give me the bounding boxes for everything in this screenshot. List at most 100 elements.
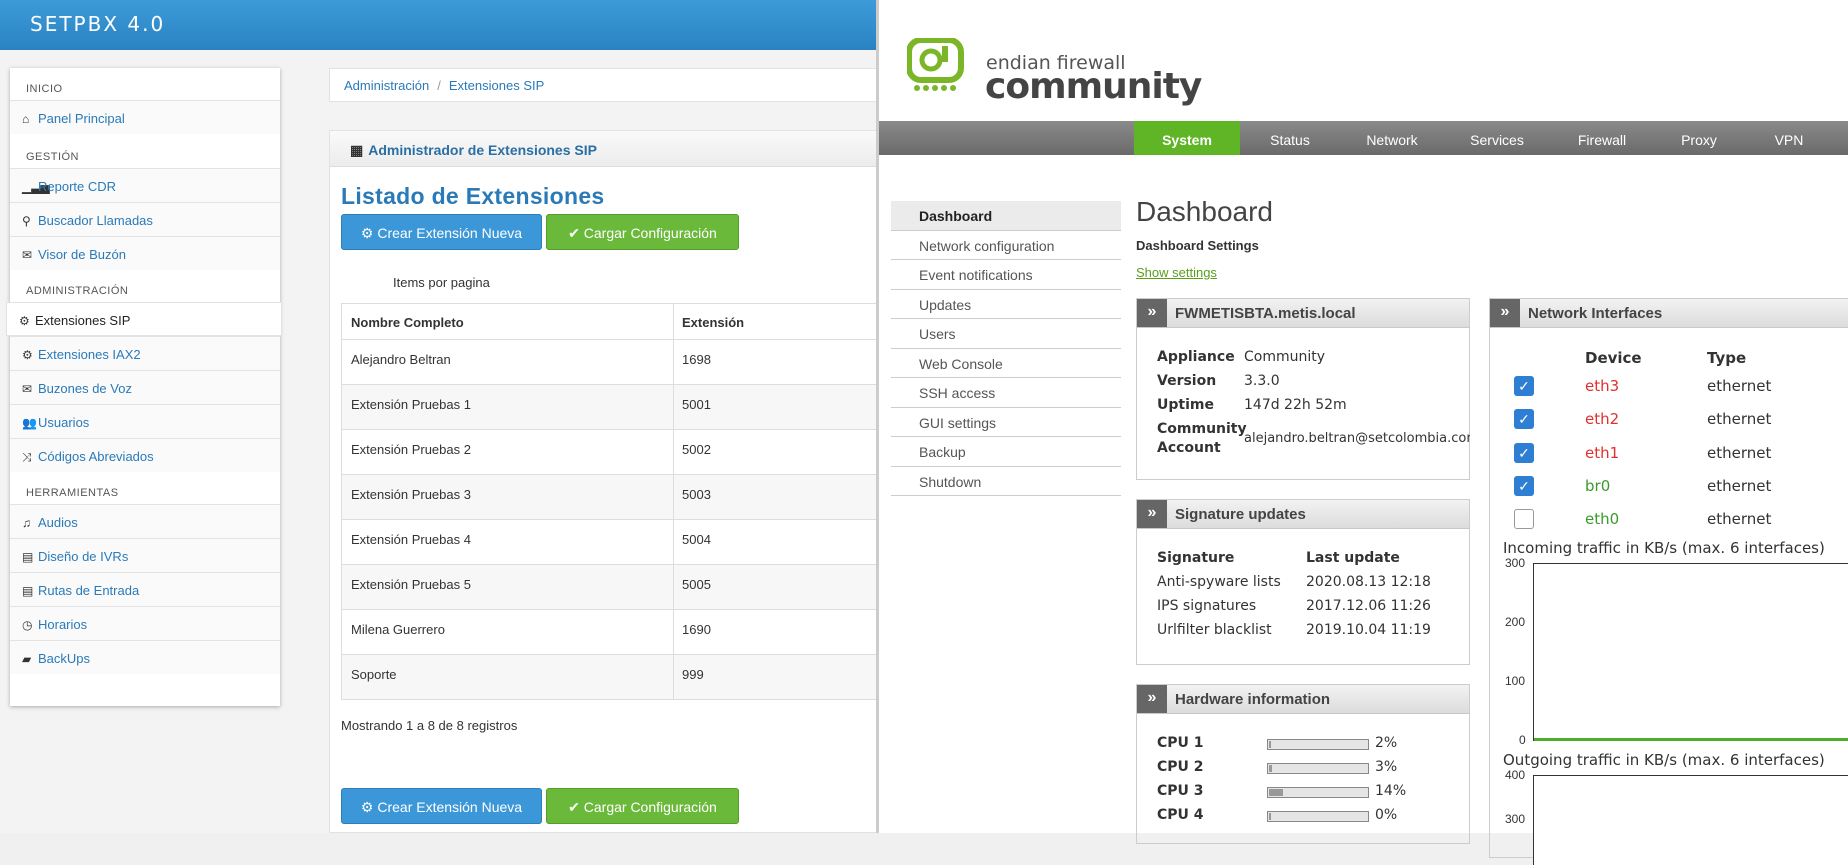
sig-date: 2017.12.06 11:26 [1306, 598, 1431, 614]
sidebar-item-usuarios[interactable]: 👥Usuarios [10, 404, 280, 438]
appliance-value: Community [1244, 349, 1326, 365]
network-box-header[interactable]: » Network Interfaces [1490, 299, 1848, 328]
sidebar-item-backups[interactable]: ▰ BackUps [10, 640, 280, 674]
cpu-label: CPU 4 [1157, 807, 1204, 823]
table-row[interactable]: Extensión Pruebas 3 5003 [341, 475, 878, 520]
menu-event-notifications[interactable]: Event notifications [891, 260, 1121, 290]
nav-firewall[interactable]: Firewall [1550, 121, 1654, 155]
load-config-button[interactable]: ✔ Cargar Configuración [546, 214, 739, 250]
incoming-traffic-label: Incoming traffic in KB/s (max. 6 interfa… [1503, 539, 1825, 557]
table-row[interactable]: Extensión Pruebas 2 5002 [341, 430, 878, 475]
setpbx-window: SETPBX 4.0 INICIO ⌂ Panel Principal GESTI… [0, 0, 878, 833]
nav-network[interactable]: Network [1340, 121, 1444, 155]
menu-network-configuration[interactable]: Network configuration [891, 231, 1121, 260]
menu-backup[interactable]: Backup [891, 437, 1121, 467]
breadcrumb-administracion[interactable]: Administración [344, 78, 429, 93]
account-value: alejandro.beltran@setcolombia.com [1244, 431, 1470, 446]
nav-services[interactable]: Services [1444, 121, 1550, 155]
nav-status[interactable]: Status [1240, 121, 1340, 155]
create-extension-button-bottom[interactable]: ⚙ Crear Extensión Nueva [341, 788, 542, 824]
uptime-value: 147d 22h 52m [1244, 397, 1347, 413]
table-row[interactable]: Extensión Pruebas 5 5005 [341, 565, 878, 610]
check-icon: ✓ [1518, 478, 1530, 494]
gear-icon: ⚙ [19, 314, 30, 328]
last-update-col-header: Last update [1306, 550, 1400, 566]
nav-proxy[interactable]: Proxy [1654, 121, 1744, 155]
sidebar-section-herramientas: HERRAMIENTAS [26, 487, 119, 499]
iface-checkbox-eth0[interactable] [1514, 509, 1534, 529]
table-row[interactable]: Soporte 999 [341, 655, 878, 700]
clock-icon: ◷ [22, 618, 33, 632]
nav-vpn[interactable]: VPN [1744, 121, 1834, 155]
version-value: 3.3.0 [1244, 373, 1280, 389]
sidebar-item-extensiones-sip[interactable]: ⚙ Extensiones SIP [6, 302, 282, 336]
cell-name: Milena Guerrero [341, 610, 674, 654]
grid-icon: ▦ [350, 142, 364, 158]
main-nav: System Status Network Services Firewall … [879, 121, 1848, 155]
sidebar-item-audios[interactable]: ♫ Audios [10, 504, 280, 538]
menu-shutdown[interactable]: Shutdown [891, 467, 1121, 496]
sig-name: Urlfilter blacklist [1157, 622, 1272, 638]
sidebar-item-diseno-ivrs[interactable]: ▤ Diseño de IVRs [10, 538, 280, 572]
breadcrumb-extensiones-sip[interactable]: Extensiones SIP [449, 78, 544, 93]
host-box-header[interactable]: » FWMETISBTA.metis.local [1137, 299, 1469, 328]
load-config-button-bottom[interactable]: ✔ Cargar Configuración [546, 788, 739, 824]
show-settings-link[interactable]: Show settings [1136, 265, 1217, 280]
menu-ssh-access[interactable]: SSH access [891, 378, 1121, 408]
nav-system[interactable]: System [1134, 121, 1240, 155]
menu-gui-settings[interactable]: GUI settings [891, 408, 1121, 437]
create-extension-button[interactable]: ⚙ Crear Extensión Nueva [341, 214, 542, 250]
sidebar-item-rutas-entrada[interactable]: ▤ Rutas de Entrada [10, 572, 280, 606]
sidebar-item-horarios[interactable]: ◷ Horarios [10, 606, 280, 640]
iface-checkbox-br0[interactable]: ✓ [1514, 476, 1534, 496]
network-interfaces-box: » Network Interfaces Device Type ✓ eth3 e… [1489, 298, 1848, 865]
iface-name: br0 [1585, 477, 1611, 495]
users-icon: 👥 [22, 416, 37, 430]
iface-name: eth2 [1585, 410, 1620, 428]
iface-type: ethernet [1707, 477, 1772, 495]
cpu-usage-bar [1267, 787, 1369, 798]
column-header-extension[interactable]: Extensión [674, 304, 744, 339]
sidebar-item-extensiones-iax2[interactable]: ⚙ Extensiones IAX2 [10, 336, 280, 370]
hardware-box-header[interactable]: » Hardware information [1137, 685, 1469, 714]
gear-icon: ⚙ [360, 225, 378, 241]
iface-checkbox-eth2[interactable]: ✓ [1514, 409, 1534, 429]
menu-web-console[interactable]: Web Console [891, 349, 1121, 378]
sidebar-item-panel-principal[interactable]: ⌂ Panel Principal [10, 100, 280, 134]
iface-checkbox-eth1[interactable]: ✓ [1514, 443, 1534, 463]
iface-checkbox-eth3[interactable]: ✓ [1514, 376, 1534, 396]
signal-icon: ▁▃▅ [22, 180, 50, 194]
table-row[interactable]: Milena Guerrero 1690 [341, 610, 878, 655]
incoming-tick: 100 [1505, 674, 1526, 688]
menu-users[interactable]: Users [891, 319, 1121, 349]
cpu-label: CPU 1 [1157, 735, 1204, 751]
sidebar-item-codigos-abreviados[interactable]: ⤨ Códigos Abreviados [10, 438, 280, 472]
brand-title[interactable]: SETPBX 4.0 [30, 12, 165, 36]
sidebar-item-reporte-cdr[interactable]: ▁▃▅Reporte CDR [10, 168, 280, 202]
sidebar-section-administracion: ADMINISTRACIÓN [26, 285, 129, 297]
signature-box-header[interactable]: » Signature updates [1137, 500, 1469, 529]
cell-extension: 1698 [682, 352, 711, 367]
sidebar-item-buscador-llamadas[interactable]: ⚲ Buscador Llamadas [10, 202, 280, 236]
check-icon: ✔ [568, 225, 584, 241]
endian-logo-icon [907, 38, 964, 91]
music-icon: ♫ [22, 516, 31, 530]
column-header-nombre[interactable]: Nombre Completo [341, 304, 674, 339]
outgoing-traffic-label: Outgoing traffic in KB/s (max. 6 interfa… [1503, 751, 1825, 769]
table-row[interactable]: Alejandro Beltran 1698 [341, 340, 878, 385]
table-row[interactable]: Extensión Pruebas 4 5004 [341, 520, 878, 565]
outgoing-tick: 300 [1505, 812, 1526, 826]
cpu-usage-fill [1269, 765, 1272, 772]
menu-dashboard[interactable]: Dashboard [891, 201, 1121, 231]
search-icon: ⚲ [22, 214, 31, 228]
iface-type: ethernet [1707, 510, 1772, 528]
table-row[interactable]: Extensión Pruebas 1 5001 [341, 385, 878, 430]
home-icon: ⌂ [22, 112, 30, 126]
cell-name: Extensión Pruebas 3 [341, 475, 674, 519]
menu-updates[interactable]: Updates [891, 290, 1121, 319]
account-label-1: Community [1157, 421, 1247, 437]
cpu-usage-fill [1269, 813, 1271, 820]
briefcase-icon: ▰ [22, 652, 32, 666]
sidebar-item-visor-buzon[interactable]: ✉ Visor de Buzón [10, 236, 280, 270]
sidebar-item-buzones-voz[interactable]: ✉ Buzones de Voz [10, 370, 280, 404]
